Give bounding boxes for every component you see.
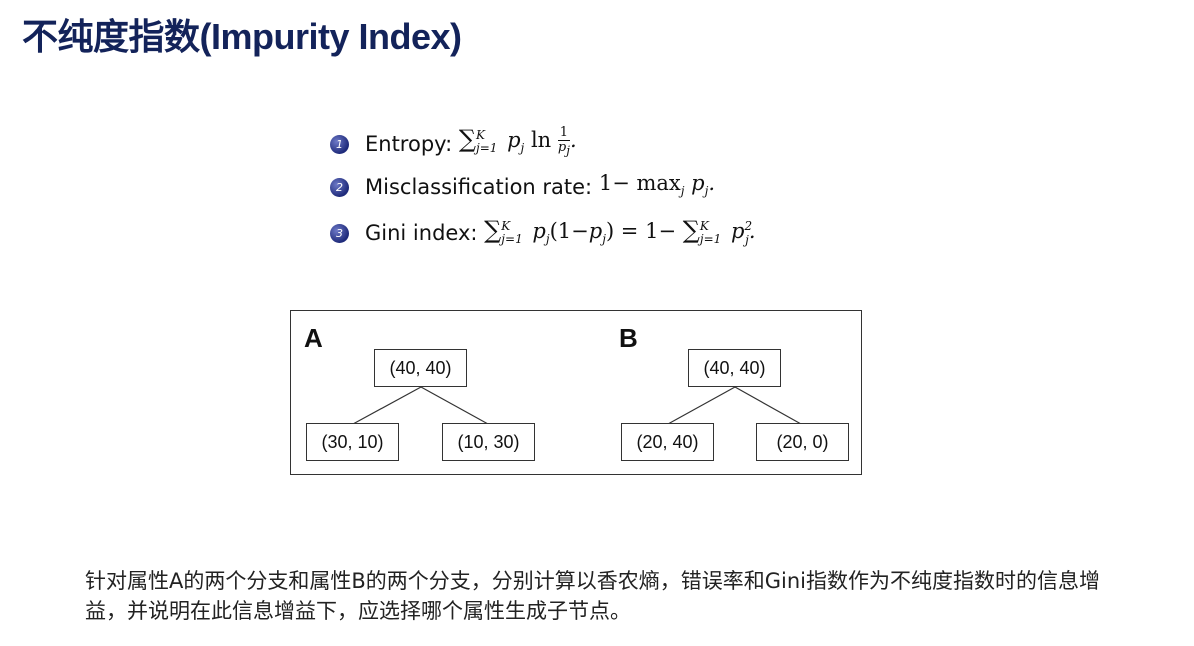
formula-label: Gini index: (365, 220, 478, 245)
formula-entropy: 1 Entropy: ∑ Kj=1 pj ln 1 pj. (330, 122, 756, 166)
page-title: 不纯度指数(Impurity Index) (22, 16, 462, 57)
bullet-3-icon: 3 (330, 223, 349, 243)
formula-label: Entropy: (365, 131, 453, 156)
attribute-b-label: B (619, 323, 638, 353)
split-diagram: A (40, 40) (30, 10) (10, 30) B (40, 40) … (290, 310, 862, 475)
question-text: 针对属性A的两个分支和属性B的两个分支，分别计算以香农熵，错误率和Gini指数作… (85, 569, 1101, 623)
b-left-node: (20, 40) (621, 423, 714, 461)
formula-math: ∑ Kj=1 pj(1−pj) = 1− ∑ Kj=1 p2j. (484, 216, 756, 247)
formula-label: Misclassification rate: (365, 175, 593, 200)
attribute-a-label: A (304, 323, 323, 353)
formula-math: 1− maxj pj. (598, 171, 716, 199)
a-root-node: (40, 40) (374, 349, 467, 387)
bullet-1-icon: 1 (330, 134, 349, 154)
bullet-2-icon: 2 (330, 178, 349, 198)
formula-math: ∑ Kj=1 pj ln 1 pj. (458, 124, 577, 158)
a-right-node: (10, 30) (442, 423, 535, 461)
b-right-node: (20, 0) (756, 423, 849, 461)
a-left-node: (30, 10) (306, 423, 399, 461)
b-root-node: (40, 40) (688, 349, 781, 387)
impurity-formulas: 1 Entropy: ∑ Kj=1 pj ln 1 pj. 2 Misclassif… (330, 122, 756, 258)
formula-gini: 3 Gini index: ∑ Kj=1 pj(1−pj) = 1− ∑ Kj=1 … (330, 209, 756, 257)
formula-misclassification: 2 Misclassification rate: 1− maxj pj. (330, 166, 756, 209)
